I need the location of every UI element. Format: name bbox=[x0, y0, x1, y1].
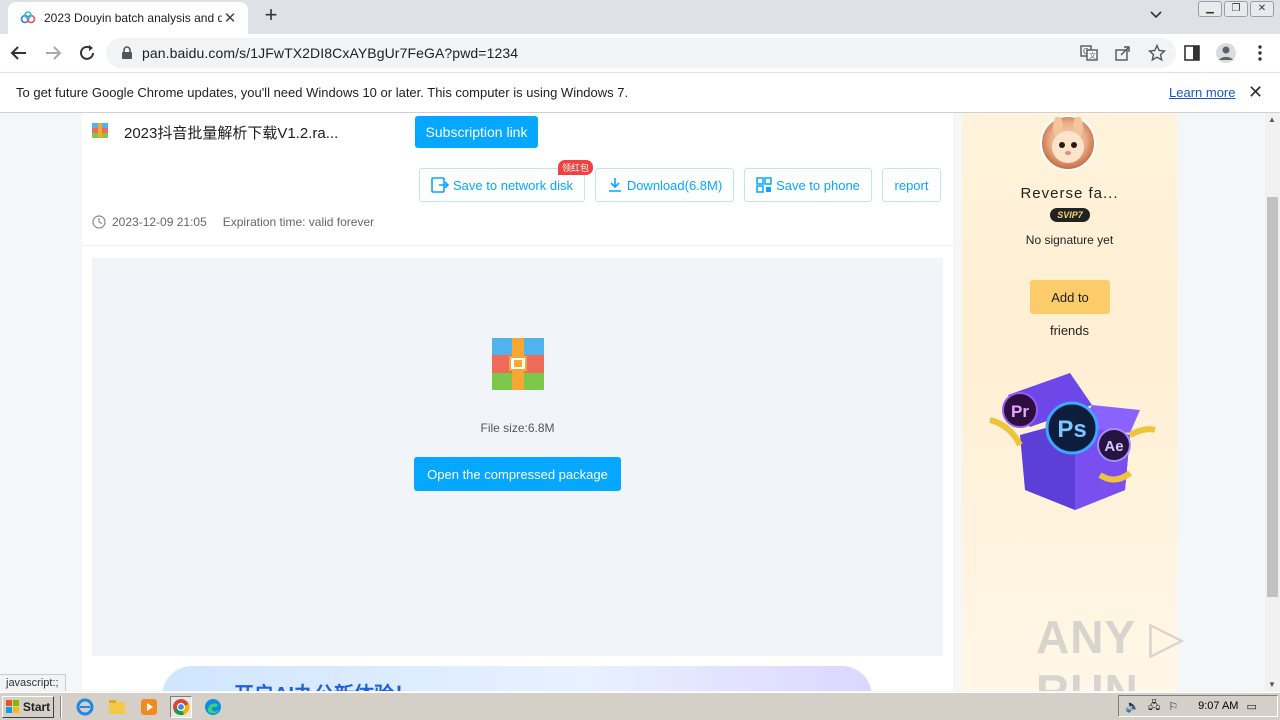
vertical-scrollbar[interactable]: ▲ ▼ bbox=[1265, 113, 1280, 691]
action-center-flag-icon[interactable]: ⚐ bbox=[1168, 700, 1178, 713]
new-tab-button[interactable]: + bbox=[260, 4, 282, 27]
adobe-gift-box-ad[interactable]: Pr Ps Ae bbox=[980, 365, 1160, 515]
translate-icon[interactable]: G文 bbox=[1080, 44, 1098, 62]
status-bubble: javascript:; bbox=[0, 674, 66, 691]
profile-avatar-icon[interactable] bbox=[1214, 38, 1238, 68]
infobar-message: To get future Google Chrome updates, you… bbox=[16, 85, 629, 100]
forward-arrow-icon bbox=[46, 46, 62, 60]
windows-logo-icon bbox=[5, 699, 19, 713]
learn-more-link[interactable]: Learn more bbox=[1169, 85, 1235, 100]
file-explorer-icon[interactable] bbox=[106, 696, 128, 718]
red-packet-badge: 领红包 bbox=[558, 160, 594, 175]
back-button[interactable] bbox=[4, 38, 34, 68]
share-icon[interactable] bbox=[1114, 44, 1132, 62]
report-button[interactable]: report bbox=[882, 168, 941, 202]
add-to-friends-button[interactable]: Add to bbox=[1030, 280, 1110, 314]
taskbar-separator bbox=[60, 695, 62, 718]
infobar-close-icon[interactable]: ✕ bbox=[1248, 82, 1263, 103]
file-meta: 2023-12-09 21:05 Expiration time: valid … bbox=[92, 215, 374, 229]
baidu-pan-icon bbox=[20, 11, 36, 24]
media-player-icon[interactable] bbox=[138, 696, 160, 718]
start-button[interactable]: Start bbox=[2, 695, 54, 718]
url-text: pan.baidu.com/s/1JFwTX2DI8CxAYBgUr7FeGA?… bbox=[142, 45, 519, 61]
download-button[interactable]: Download(6.8M) bbox=[595, 168, 734, 202]
friends-label: friends bbox=[1049, 323, 1090, 338]
show-desktop-icon[interactable]: ▭ bbox=[1246, 700, 1256, 713]
zip-file-icon bbox=[92, 123, 108, 138]
bookmark-star-icon[interactable] bbox=[1148, 44, 1166, 62]
tab-title: 2023 Douyin batch analysis and download bbox=[44, 11, 222, 25]
banner-text: 开启AI办公新体验！ bbox=[234, 678, 414, 691]
tab-strip: 2023 Douyin batch analysis and download … bbox=[0, 0, 1280, 34]
reload-icon bbox=[80, 45, 94, 60]
browser-tab[interactable]: 2023 Douyin batch analysis and download … bbox=[8, 2, 248, 34]
window-close-icon[interactable]: ✕ bbox=[1250, 1, 1274, 17]
lock-icon[interactable] bbox=[120, 46, 134, 60]
address-bar[interactable]: pan.baidu.com/s/1JFwTX2DI8CxAYBgUr7FeGA?… bbox=[106, 38, 1176, 68]
internet-explorer-icon[interactable] bbox=[74, 696, 96, 718]
quick-launch bbox=[74, 695, 224, 718]
tab-search-icon[interactable] bbox=[1150, 8, 1162, 22]
edge-icon[interactable] bbox=[202, 696, 224, 718]
windows-taskbar: Start 🔈 🖧 ⚐ 9:07 AM ▭ bbox=[0, 692, 1280, 720]
file-preview-area: File size:6.8M Open the compressed packa… bbox=[92, 258, 943, 656]
clock-icon bbox=[92, 215, 106, 229]
after-effects-label: Ae bbox=[1104, 438, 1123, 455]
clock: 9:07 AM bbox=[1198, 700, 1239, 712]
chrome-taskbar-icon[interactable] bbox=[170, 695, 192, 718]
share-date: 2023-12-09 21:05 bbox=[112, 215, 207, 229]
back-arrow-icon bbox=[10, 46, 26, 60]
subscription-link-button[interactable]: Subscription link bbox=[415, 116, 538, 148]
file-share-card: 2023抖音批量解析下载V1.2.ra... Subscription link… bbox=[82, 113, 953, 691]
browser-toolbar: pan.baidu.com/s/1JFwTX2DI8CxAYBgUr7FeGA?… bbox=[0, 34, 1280, 72]
download-icon bbox=[608, 178, 621, 192]
premiere-label: Pr bbox=[1011, 402, 1029, 421]
tab-close-icon[interactable]: ✕ bbox=[222, 9, 238, 27]
scroll-thumb[interactable] bbox=[1267, 197, 1278, 597]
system-tray: 🔈 🖧 ⚐ 9:07 AM ▭ bbox=[1118, 695, 1278, 717]
minimize-icon[interactable]: ▁ bbox=[1198, 1, 1222, 17]
side-panel-icon[interactable] bbox=[1180, 38, 1204, 68]
chrome-menu-icon[interactable] bbox=[1248, 38, 1272, 68]
save-to-phone-button[interactable]: Save to phone bbox=[744, 168, 872, 202]
volume-icon[interactable]: 🔈 bbox=[1125, 699, 1140, 713]
restore-icon[interactable]: ❐ bbox=[1224, 1, 1248, 17]
avatar[interactable] bbox=[1040, 115, 1096, 171]
scroll-up-icon[interactable]: ▲ bbox=[1268, 115, 1276, 124]
open-compressed-package-button[interactable]: Open the compressed package bbox=[414, 457, 621, 491]
svip-badge: SVIP7 bbox=[1050, 208, 1090, 222]
download-label: Download(6.8M) bbox=[626, 177, 723, 193]
reload-button[interactable] bbox=[72, 38, 102, 68]
forward-button[interactable] bbox=[38, 38, 68, 68]
window-controls: ▁ ❐ ✕ bbox=[1198, 1, 1274, 17]
svg-text:文: 文 bbox=[1089, 51, 1096, 60]
expiration-time: Expiration time: valid forever bbox=[222, 215, 375, 229]
save-disk-icon bbox=[431, 177, 450, 193]
save-to-network-disk-label: Save to network disk bbox=[453, 177, 573, 193]
anyrun-watermark: ANY ▷ RUN bbox=[1036, 611, 1186, 691]
sharer-profile-card: Reverse fa... SVIP7 No signature yet Add… bbox=[962, 113, 1177, 691]
signature: No signature yet bbox=[1025, 233, 1114, 247]
start-label: Start bbox=[22, 699, 51, 714]
bunny-avatar-icon bbox=[1052, 116, 1084, 163]
photoshop-label: Ps bbox=[1057, 416, 1086, 443]
scroll-down-icon[interactable]: ▼ bbox=[1268, 680, 1276, 689]
qr-code-icon bbox=[756, 177, 772, 193]
network-icon[interactable]: 🖧 bbox=[1148, 697, 1160, 716]
save-to-phone-label: Save to phone bbox=[776, 177, 860, 193]
ai-office-banner[interactable]: 开启AI办公新体验！ bbox=[162, 666, 872, 691]
file-name[interactable]: 2023抖音批量解析下载V1.2.ra... bbox=[124, 122, 338, 143]
page-viewport: 2023抖音批量解析下载V1.2.ra... Subscription link… bbox=[0, 113, 1265, 691]
divider bbox=[82, 245, 953, 246]
sharer-nickname: Reverse fa... bbox=[1020, 185, 1119, 202]
update-infobar: To get future Google Chrome updates, you… bbox=[0, 72, 1280, 113]
file-size: File size:6.8M bbox=[480, 421, 555, 435]
compressed-package-icon bbox=[492, 338, 544, 390]
